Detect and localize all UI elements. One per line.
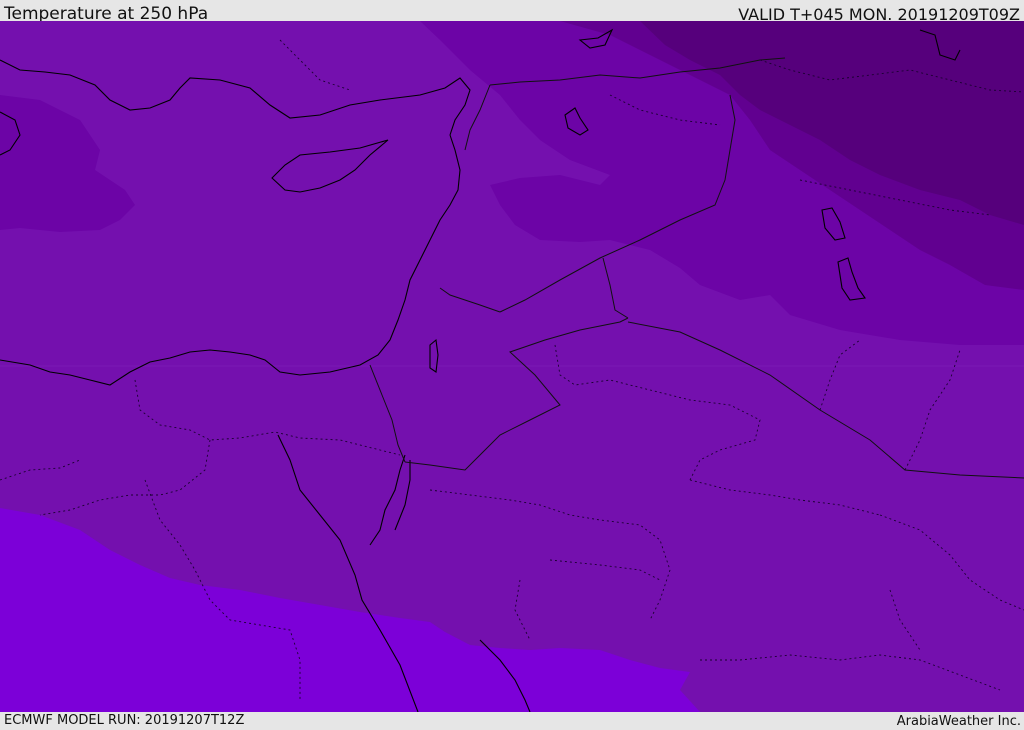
map-header: Temperature at 250 hPa VALID T+045 MON. … (0, 0, 1024, 24)
map-footer: ECMWF MODEL RUN: 20191207T12Z ArabiaWeat… (0, 712, 1024, 729)
brand-label: ArabiaWeather Inc. (896, 714, 1021, 729)
temperature-map (0, 21, 1024, 712)
model-run-label: ECMWF MODEL RUN: 20191207T12Z (4, 713, 245, 728)
map-panel[interactable] (0, 21, 1024, 712)
